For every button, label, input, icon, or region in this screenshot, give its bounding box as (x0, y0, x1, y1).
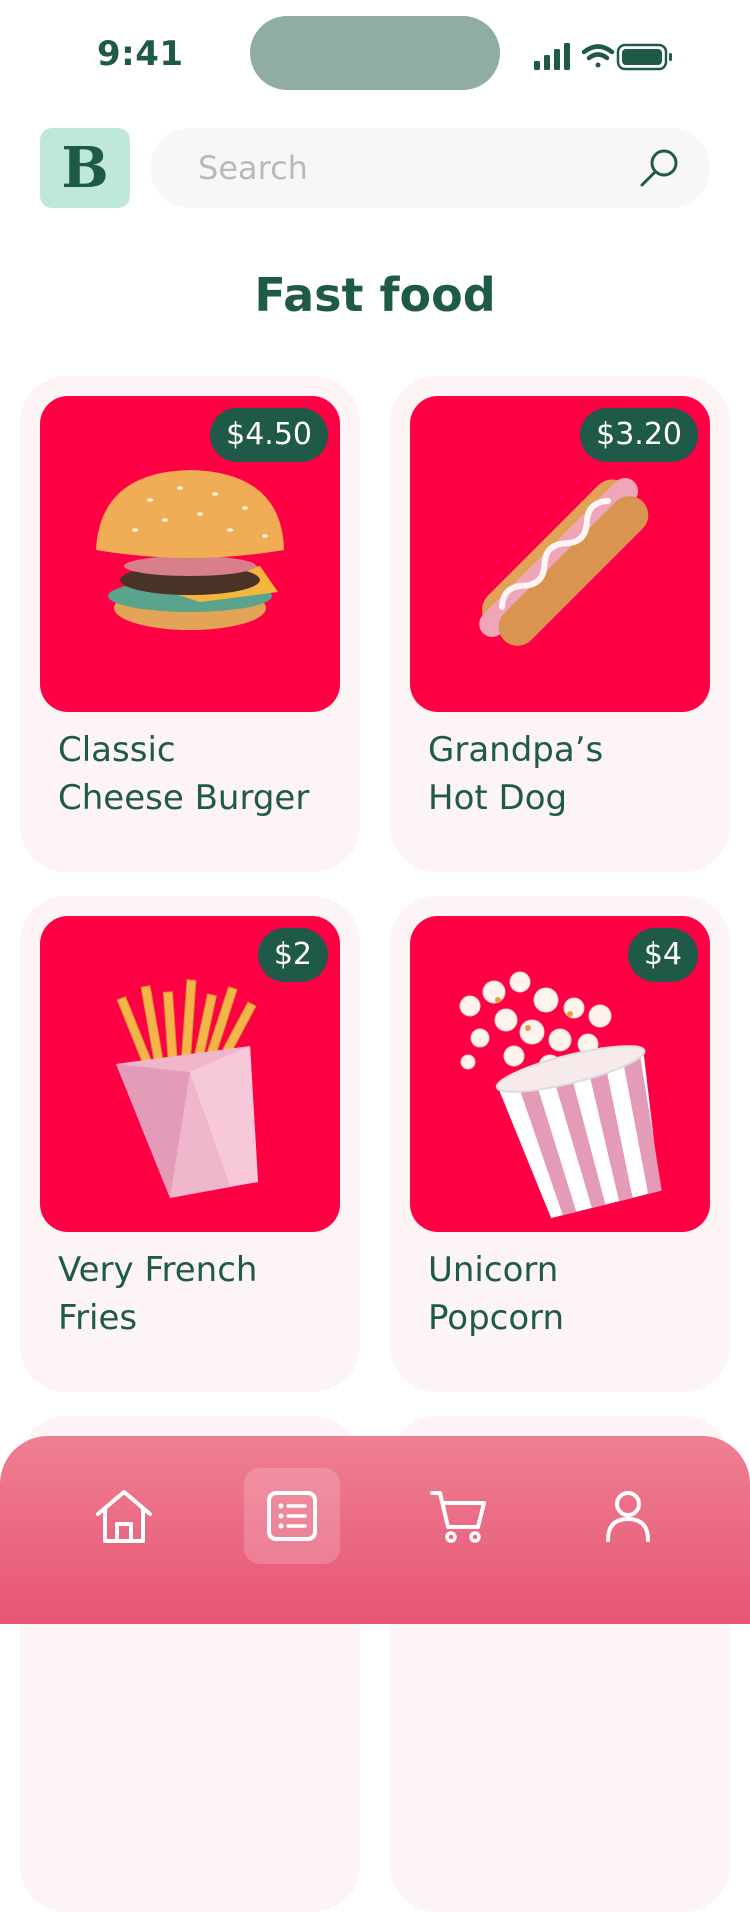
price-badge: $3.20 (580, 408, 698, 462)
search-input[interactable] (198, 128, 618, 208)
dynamic-island (250, 16, 500, 90)
product-name-line: Popcorn (428, 1298, 565, 1338)
bottom-navigation (0, 1436, 750, 1624)
search-bar[interactable] (150, 128, 710, 208)
price-badge: $4.50 (210, 408, 328, 462)
logo-letter: B (61, 135, 109, 201)
nav-home[interactable] (76, 1468, 172, 1564)
product-card[interactable]: $3.20 Grandpa’s Hot Dog (390, 376, 730, 872)
cellular-signal-icon (534, 43, 570, 70)
price-badge: $2 (257, 928, 328, 982)
product-card[interactable]: $4 Unicorn Popcorn (390, 896, 730, 1392)
status-icons (534, 43, 672, 71)
page-title: Fast food (254, 268, 496, 322)
home-icon (96, 1490, 152, 1543)
product-name-line: Fries (58, 1298, 138, 1338)
nav-menu[interactable] (244, 1468, 340, 1564)
product-card[interactable]: $2 Very French Fries (20, 896, 360, 1392)
list-icon (267, 1491, 317, 1541)
product-name-line: Very French (58, 1250, 258, 1290)
battery-icon (616, 43, 672, 71)
product-name: Very French Fries (58, 1246, 348, 1342)
status-time: 9:41 (97, 34, 184, 74)
product-name-line: Cheese Burger (58, 778, 310, 818)
product-name-line: Unicorn (428, 1250, 559, 1290)
product-image-area: $4 (410, 916, 710, 1232)
product-name-line: Classic (58, 730, 176, 770)
app-logo[interactable]: B (40, 128, 130, 208)
wifi-icon (581, 44, 615, 68)
product-name: Grandpa’s Hot Dog (428, 726, 718, 822)
product-card[interactable]: $4.50 Classic Cheese Burger (20, 376, 360, 872)
product-name-line: Grandpa’s (428, 730, 604, 770)
product-name-line: Hot Dog (428, 778, 568, 818)
product-name: Classic Cheese Burger (58, 726, 348, 822)
product-name: Unicorn Popcorn (428, 1246, 718, 1342)
product-image-area: $2 (40, 916, 340, 1232)
product-image-area: $3.20 (410, 396, 710, 712)
price-badge: $4 (627, 928, 698, 982)
user-icon (606, 1491, 650, 1542)
search-icon[interactable] (638, 146, 682, 190)
nav-cart[interactable] (410, 1468, 506, 1564)
cart-icon (430, 1491, 486, 1543)
nav-profile[interactable] (580, 1468, 676, 1564)
product-image-area: $4.50 (40, 396, 340, 712)
